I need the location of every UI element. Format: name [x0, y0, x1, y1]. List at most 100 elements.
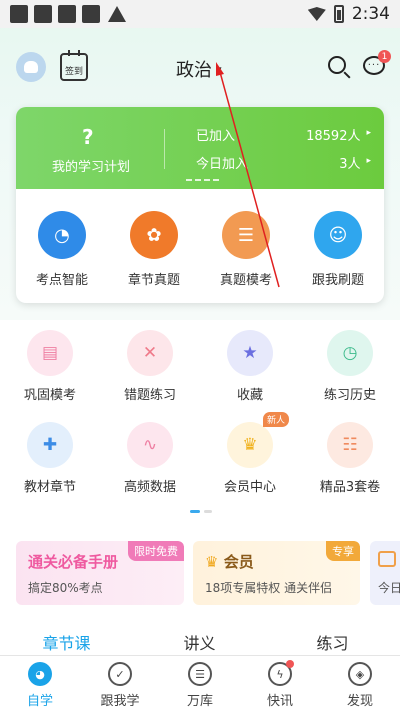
plan-action-label: 真题模考 — [219, 273, 272, 288]
plan-action-3[interactable]: ☺ 跟我刷题 — [292, 211, 384, 288]
nav-item-4[interactable]: ◈ 发现 — [320, 656, 400, 711]
shield-icon: ✚ — [27, 422, 73, 468]
today-stat[interactable]: 今日加入 3人 ▸ — [196, 153, 371, 172]
promo-title: 通关必备手册 — [28, 553, 119, 571]
grid-item-label: 精品3套卷 — [319, 480, 381, 495]
grid-item-label: 收藏 — [236, 388, 263, 403]
self-study-icon: ◕ — [28, 662, 52, 686]
today-value: 3人 — [339, 157, 361, 172]
chevron-down-icon: ▾ — [216, 62, 222, 76]
check-circle-icon: ✓ — [108, 662, 132, 686]
status-bar: 2:34 — [0, 0, 400, 28]
plan-action-1[interactable]: ✿ 章节真题 — [108, 211, 200, 288]
promo-today[interactable]: 今日 — [370, 541, 400, 605]
joined-value: 18592人 — [306, 129, 361, 144]
grid-item-4[interactable]: ✚ 教材章节 — [0, 418, 100, 510]
star-icon: ★ — [227, 330, 273, 376]
promo-handbook[interactable]: 通关必备手册 搞定80%考点 限时免费 — [16, 541, 184, 605]
header: 签到 政治 ▾ ··· 1 — [0, 46, 400, 90]
tab-handout[interactable]: 讲义 — [133, 630, 266, 654]
notification-dot — [286, 660, 294, 668]
wrong-icon: ✕ — [127, 330, 173, 376]
plan-action-2[interactable]: ☰ 真题模考 — [200, 211, 292, 288]
grid-item-7[interactable]: ☷ 精品3套卷 — [300, 418, 400, 510]
promo-membership[interactable]: ♛ 会员 18项专属特权 通关伴侣 专享 — [193, 541, 360, 605]
grid-row: ✚ 教材章节 ∿ 高频数据 新人 ♛ 会员中心 ☷ 精品3套卷 — [0, 412, 400, 510]
nav-label: 发现 — [346, 694, 373, 709]
search-icon[interactable] — [328, 56, 346, 74]
promo-title: ♛ 会员 — [205, 551, 254, 572]
plan-action-label: 章节真题 — [127, 273, 180, 288]
library-icon: ☰ — [188, 662, 212, 686]
grid-item-1[interactable]: ✕ 错题练习 — [100, 326, 200, 418]
tab-practice[interactable]: 练习 — [266, 630, 399, 654]
notification-icon — [34, 5, 52, 23]
feature-grid: ▤ 巩固模考 ✕ 错题练习 ★ 收藏 ◷ 练习历史 ✚ 教材章节 ∿ 高频数据 新人 ♛ 会员… — [0, 326, 400, 510]
message-badge: 1 — [378, 50, 391, 63]
grid-item-label: 会员中心 — [223, 480, 276, 495]
notification-icon — [82, 5, 100, 23]
tab-chapter-course[interactable]: 章节课 — [0, 630, 133, 654]
nav-item-0[interactable]: ◕ 自学 — [0, 656, 80, 711]
paper-icon: ☷ — [327, 422, 373, 468]
plan-action-label: 跟我刷题 — [311, 273, 364, 288]
grid-item-label: 错题练习 — [123, 388, 176, 403]
promo-tag: 专享 — [326, 541, 360, 561]
study-plan-card: ? 我的学习计划 已加入 18592人 ▸ 今日加入 3人 ▸ ◔ 考点智能 ✿ … — [16, 107, 384, 303]
grid-item-label: 教材章节 — [23, 480, 76, 495]
crown-icon: ♛ — [227, 422, 273, 468]
compass-icon: ◈ — [348, 662, 372, 686]
nav-item-1[interactable]: ✓ 跟我学 — [80, 656, 160, 711]
question-icon: ? — [82, 125, 94, 149]
status-time: 2:34 — [351, 4, 390, 24]
chat-icon: ☺ — [314, 211, 362, 259]
bottom-navigation: ◕ 自学 ✓ 跟我学 ☰ 万库 ϟ 快讯 ◈ 发现 — [0, 655, 400, 711]
notification-icon — [10, 5, 28, 23]
message-glyph: ··· — [367, 59, 381, 71]
grid-item-label: 巩固模考 — [23, 388, 76, 403]
chevron-right-icon: ▸ — [366, 128, 371, 138]
plan-actions: ◔ 考点智能 ✿ 章节真题 ☰ 真题模考 ☺ 跟我刷题 — [16, 211, 384, 288]
new-badge: 新人 — [263, 412, 290, 427]
nav-label: 万库 — [186, 694, 213, 709]
warning-icon — [108, 6, 126, 22]
plan-action-0[interactable]: ◔ 考点智能 — [16, 211, 108, 288]
avatar[interactable] — [16, 52, 46, 82]
grid-item-2[interactable]: ★ 收藏 — [200, 326, 300, 418]
joined-label: 已加入 — [196, 129, 236, 144]
promo-title-text: 会员 — [223, 553, 254, 571]
signin-label: 签到 — [64, 67, 83, 77]
nav-label: 自学 — [26, 694, 53, 709]
grid-item-3[interactable]: ◷ 练习历史 — [300, 326, 400, 418]
nav-label: 跟我学 — [100, 694, 140, 709]
subject-title: 政治 — [176, 60, 212, 81]
content-tabs: 章节课 讲义 练习 — [0, 630, 400, 654]
plan-action-label: 考点智能 — [35, 273, 88, 288]
grid-item-label: 练习历史 — [323, 388, 376, 403]
study-plan-header[interactable]: ? 我的学习计划 已加入 18592人 ▸ 今日加入 3人 ▸ — [16, 107, 384, 189]
notification-icon — [58, 5, 76, 23]
grid-row: ▤ 巩固模考 ✕ 错题练习 ★ 收藏 ◷ 练习历史 — [0, 326, 400, 418]
promo-subtitle: 18项专属特权 通关伴侣 — [205, 581, 333, 595]
promo-subtitle: 今日 — [378, 581, 400, 595]
nav-label: 快讯 — [266, 694, 293, 709]
joined-stat[interactable]: 已加入 18592人 ▸ — [196, 125, 371, 144]
signin-button[interactable]: 签到 — [60, 50, 88, 81]
avatar-face-icon — [24, 61, 38, 73]
grid-item-6[interactable]: 新人 ♛ 会员中心 — [200, 412, 300, 510]
grid-item-5[interactable]: ∿ 高频数据 — [100, 418, 200, 510]
promo-tag: 限时免费 — [128, 541, 184, 561]
page-indicator — [190, 510, 212, 513]
book-icon: ▤ — [27, 330, 73, 376]
history-icon: ◷ — [327, 330, 373, 376]
today-label: 今日加入 — [196, 157, 249, 172]
battery-icon — [333, 5, 344, 23]
grid-item-0[interactable]: ▤ 巩固模考 — [0, 326, 100, 418]
wifi-icon — [307, 7, 326, 21]
nav-item-2[interactable]: ☰ 万库 — [160, 656, 240, 711]
gear-icon: ✿ — [130, 211, 178, 259]
grid-item-label: 高频数据 — [123, 480, 176, 495]
nav-item-3[interactable]: ϟ 快讯 — [240, 656, 320, 711]
subject-selector[interactable]: 政治 ▾ — [176, 56, 222, 82]
chevron-right-icon: ▸ — [366, 156, 371, 166]
